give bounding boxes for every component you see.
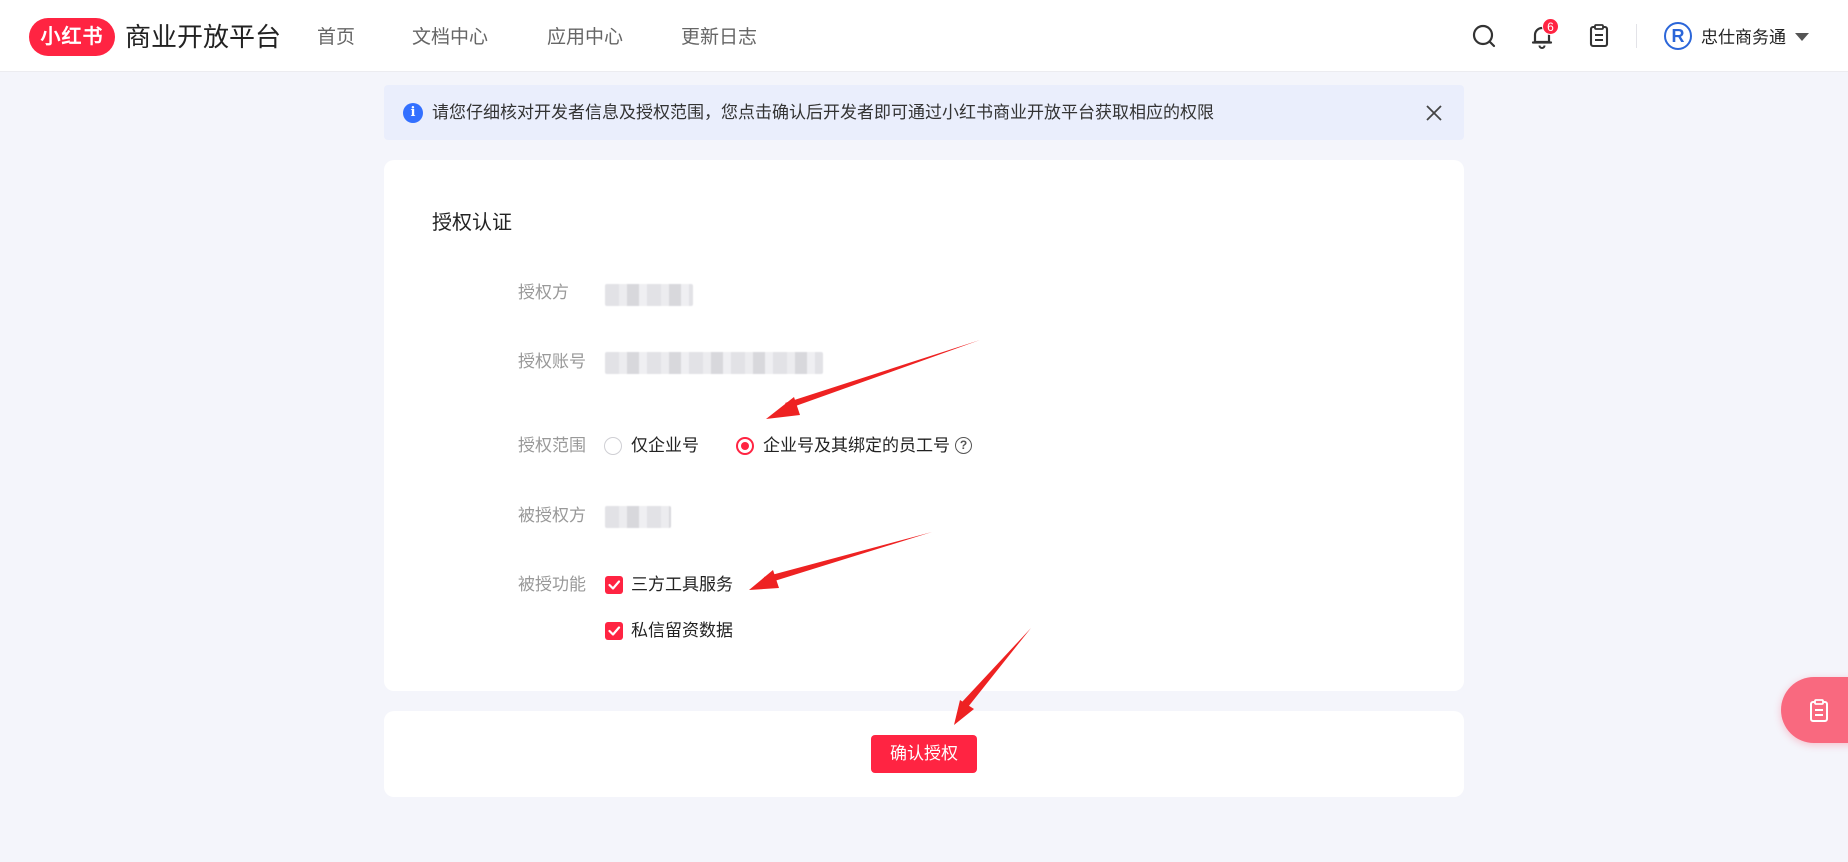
function-checkbox-dm-leads[interactable] <box>605 622 623 640</box>
authorizer-value-redacted <box>605 284 693 306</box>
authorizer-label: 授权方 <box>518 283 569 302</box>
nav-home[interactable]: 首页 <box>317 25 355 51</box>
scope-option-enterprise-and-staff[interactable]: 企业号及其绑定的员工号 <box>763 434 950 458</box>
action-card: 确认授权 <box>384 711 1464 797</box>
close-icon[interactable] <box>1424 103 1444 123</box>
clipboard-icon <box>1810 699 1828 722</box>
chevron-down-icon[interactable] <box>1795 33 1809 41</box>
function-option-third-party[interactable]: 三方工具服务 <box>631 573 733 597</box>
info-icon: i <box>403 103 423 123</box>
account-label: 授权账号 <box>518 352 586 371</box>
authorization-card: 授权认证 授权方 授权账号 授权范围 仅企业号 企业号及其绑定的员工号 ? 被授… <box>384 160 1464 691</box>
top-header: 小红书 商业开放平台 首页 文档中心 应用中心 更新日志 6 R 忠仕商务通 <box>0 0 1848 72</box>
xiaohongshu-logo[interactable]: 小红书 <box>29 18 115 56</box>
platform-title: 商业开放平台 <box>125 22 282 52</box>
check-icon <box>608 626 621 636</box>
scope-radio-enterprise-only[interactable] <box>604 437 622 455</box>
scope-option-enterprise-only[interactable]: 仅企业号 <box>631 434 699 458</box>
nav-apps[interactable]: 应用中心 <box>547 25 623 51</box>
nav-changelog[interactable]: 更新日志 <box>681 25 757 51</box>
notification-badge: 6 <box>1542 18 1559 35</box>
notice-bar: i 请您仔细核对开发者信息及授权范围，您点击确认后开发者即可通过小红书商业开放平… <box>384 85 1464 140</box>
help-icon[interactable]: ? <box>955 437 972 454</box>
clipboard-icon[interactable] <box>1585 22 1613 50</box>
avatar[interactable]: R <box>1664 22 1692 50</box>
scope-label: 授权范围 <box>518 436 586 455</box>
confirm-authorization-button[interactable]: 确认授权 <box>871 735 977 773</box>
function-label: 被授功能 <box>518 575 586 594</box>
search-icon[interactable] <box>1470 22 1498 50</box>
user-name[interactable]: 忠仕商务通 <box>1701 26 1786 50</box>
scope-radio-enterprise-and-staff[interactable] <box>736 437 754 455</box>
header-divider <box>1636 24 1637 48</box>
account-value-redacted <box>605 352 823 374</box>
page-title: 授权认证 <box>432 212 512 234</box>
notice-text: 请您仔细核对开发者信息及授权范围，您点击确认后开发者即可通过小红书商业开放平台获… <box>432 103 1214 122</box>
grantee-value-redacted <box>605 506 671 528</box>
floating-feedback-button[interactable] <box>1781 677 1848 743</box>
check-icon <box>608 580 621 590</box>
function-checkbox-third-party[interactable] <box>605 576 623 594</box>
nav-docs[interactable]: 文档中心 <box>412 25 488 51</box>
function-option-dm-leads[interactable]: 私信留资数据 <box>631 619 733 643</box>
grantee-label: 被授权方 <box>518 506 586 525</box>
